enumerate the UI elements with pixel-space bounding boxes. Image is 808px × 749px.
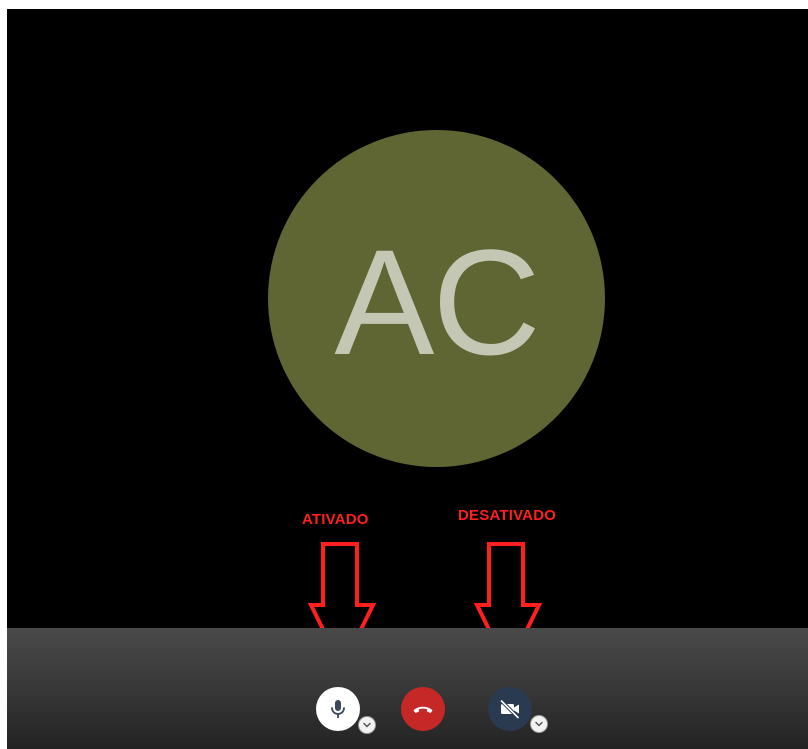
- microphone-toggle-button[interactable]: [316, 687, 360, 731]
- camera-state-annotation: DESATIVADO: [458, 507, 557, 524]
- call-control-bar: [7, 628, 808, 749]
- hang-up-button[interactable]: [401, 687, 445, 731]
- video-off-icon: [500, 699, 520, 719]
- microphone-icon: [331, 700, 345, 718]
- avatar-initials: AC: [334, 217, 540, 386]
- microphone-options-button[interactable]: [358, 716, 376, 734]
- chevron-down-icon: [363, 722, 371, 728]
- camera-options-button[interactable]: [530, 715, 548, 733]
- phone-hangup-icon: [413, 706, 433, 713]
- chevron-down-icon: [535, 721, 543, 727]
- video-area: AC: [7, 9, 808, 628]
- video-call-screen: AC ATIVADO DESATIVADO: [0, 0, 808, 749]
- camera-toggle-button[interactable]: [488, 687, 532, 731]
- participant-avatar: AC: [268, 130, 605, 467]
- mic-state-annotation: ATIVADO: [302, 511, 369, 528]
